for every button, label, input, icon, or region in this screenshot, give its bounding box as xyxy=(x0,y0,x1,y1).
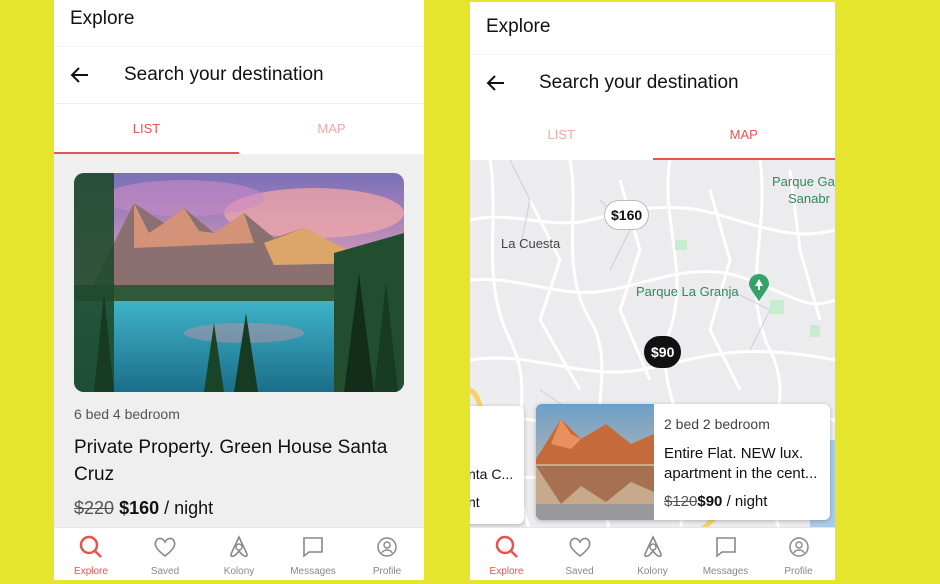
app-title: Explore xyxy=(70,8,135,29)
card-price-row: $120$90 / night xyxy=(664,493,767,510)
profile-icon xyxy=(377,537,397,557)
listing-bed-info: 6 bed 4 bedroom xyxy=(74,406,180,422)
listing-card[interactable]: 2 bed 2 bedroom Entire Flat. NEW lux. ap… xyxy=(536,404,830,520)
bottom-navigation: Explore Saved Kolony Messages Profile xyxy=(470,527,835,580)
app-title: Explore xyxy=(486,16,551,37)
park-pin-icon xyxy=(749,274,769,301)
price-unit: / night xyxy=(159,498,214,518)
price-pin-90[interactable]: $90 xyxy=(644,336,682,368)
nav-label-profile: Profile xyxy=(372,566,402,577)
partial-card-price: nt xyxy=(470,494,480,510)
tab-map[interactable]: MAP xyxy=(239,104,424,154)
back-arrow-icon[interactable] xyxy=(68,63,92,87)
listing-photo[interactable] xyxy=(74,173,404,392)
search-bar[interactable]: Search your destination xyxy=(470,54,835,111)
old-price: $220 xyxy=(74,498,115,518)
app-header: Explore xyxy=(54,0,424,46)
tab-map[interactable]: MAP xyxy=(652,110,836,160)
listing-card-partial[interactable]: nta C... nt xyxy=(470,406,524,524)
tab-list[interactable]: LIST xyxy=(470,110,653,160)
list-screen: Explore Search your destination LIST MAP xyxy=(54,0,424,580)
view-tabs: LIST MAP xyxy=(54,104,424,154)
listing-card-photo xyxy=(536,404,654,520)
nav-label-messages: Messages xyxy=(702,566,749,577)
price-unit: / night xyxy=(722,493,768,510)
nav-profile[interactable]: Profile xyxy=(350,528,424,580)
chat-icon xyxy=(303,537,323,558)
map-label-parque-la-granja: Parque La Granja xyxy=(636,284,739,299)
nav-label-profile: Profile xyxy=(784,566,813,577)
search-bar[interactable]: Search your destination xyxy=(54,46,424,103)
profile-icon xyxy=(788,537,809,557)
tab-list[interactable]: LIST xyxy=(54,104,239,154)
old-price: $120 xyxy=(664,493,698,510)
back-arrow-icon[interactable] xyxy=(484,71,508,95)
map-view[interactable]: La Cuesta Parque La Granja Parque Ga San… xyxy=(470,160,835,532)
app-header: Explore xyxy=(470,2,835,54)
nav-label-saved: Saved xyxy=(150,566,180,577)
nav-label-messages: Messages xyxy=(290,566,336,577)
search-icon xyxy=(495,535,518,558)
nav-saved[interactable]: Saved xyxy=(128,528,202,580)
card-bed-info: 2 bed 2 bedroom xyxy=(664,416,770,432)
search-destination-label[interactable]: Search your destination xyxy=(539,72,739,94)
nav-kolony[interactable]: Kolony xyxy=(202,528,276,580)
map-label-la-cuesta: La Cuesta xyxy=(501,236,561,251)
map-screen: Explore Search your destination LIST MAP xyxy=(470,2,835,580)
chat-icon xyxy=(715,537,736,558)
nav-label-kolony: Kolony xyxy=(637,566,668,577)
nav-messages[interactable]: Messages xyxy=(689,528,762,580)
mountain-lake-image xyxy=(74,173,404,392)
listing-price-row: $220 $160 / night xyxy=(74,498,213,519)
card-title: Entire Flat. NEW lux. apartment in the c… xyxy=(664,445,818,482)
listing-title[interactable]: Private Property. Green House Santa Cruz xyxy=(74,434,394,488)
nav-kolony[interactable]: Kolony xyxy=(616,528,689,580)
current-price: $90 xyxy=(697,493,723,510)
kolony-logo-icon xyxy=(230,535,248,558)
nav-profile[interactable]: Profile xyxy=(762,528,835,580)
heart-icon xyxy=(569,537,590,558)
search-icon xyxy=(79,535,102,558)
partial-card-title: nta C... xyxy=(470,466,514,482)
nav-label-explore: Explore xyxy=(74,566,108,577)
map-label-parque-ga: Parque Ga xyxy=(772,174,835,189)
nav-label-saved: Saved xyxy=(565,566,594,577)
heart-icon xyxy=(154,537,176,558)
nav-explore[interactable]: Explore xyxy=(470,528,543,580)
nav-messages[interactable]: Messages xyxy=(276,528,350,580)
view-tabs: LIST MAP xyxy=(470,110,835,160)
bottom-navigation: Explore Saved Kolony Messages Profile xyxy=(54,527,424,580)
nav-saved[interactable]: Saved xyxy=(543,528,616,580)
search-destination-label[interactable]: Search your destination xyxy=(124,64,324,86)
nav-explore[interactable]: Explore xyxy=(54,528,128,580)
current-price: $160 xyxy=(119,498,160,518)
nav-label-explore: Explore xyxy=(489,566,524,577)
map-label-sanabr: Sanabr xyxy=(788,191,830,206)
kolony-logo-icon xyxy=(643,535,662,558)
nav-label-kolony: Kolony xyxy=(223,566,255,577)
price-pin-160[interactable]: $160 xyxy=(604,200,650,230)
